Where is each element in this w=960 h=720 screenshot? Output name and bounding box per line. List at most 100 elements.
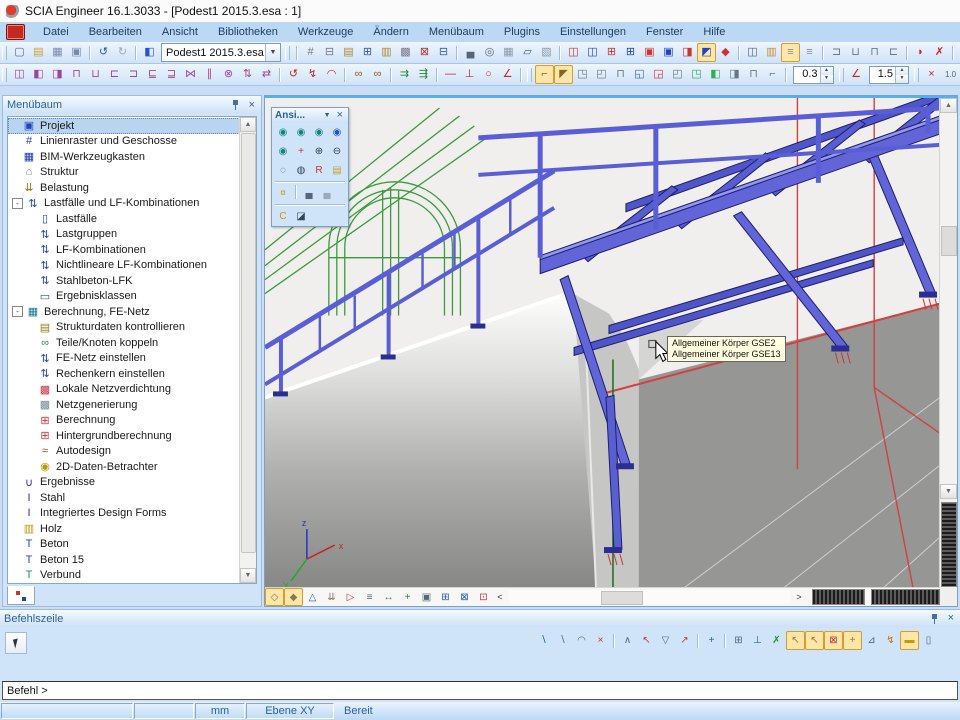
- local-axes-icon[interactable]: +: [398, 588, 417, 606]
- draw-polyline-icon[interactable]: ⊥: [460, 65, 479, 84]
- tree-item[interactable]: ∪Ergebnisse: [8, 475, 240, 491]
- tree-item[interactable]: -⇅Lastfälle und LF-Kombinationen: [8, 196, 240, 212]
- snap-endpoint-icon[interactable]: ↖: [786, 631, 805, 650]
- scrollbar-thumb[interactable]: [601, 591, 643, 605]
- step-angle-icon[interactable]: ∠: [847, 65, 866, 84]
- scale-x-icon[interactable]: ×: [922, 65, 941, 84]
- draw-circle-icon[interactable]: ○: [479, 65, 498, 84]
- view-flag-icon-13[interactable]: ⌐: [763, 65, 782, 84]
- draw-line-icon[interactable]: —: [441, 65, 460, 84]
- close-icon[interactable]: ×: [247, 100, 257, 111]
- view-flag-icon-1[interactable]: ⌐: [535, 65, 554, 84]
- model-data-icon[interactable]: ▣: [417, 588, 436, 606]
- view-flag-icon-3[interactable]: ◳: [573, 65, 592, 84]
- member-op-icon-10[interactable]: ⋈: [181, 65, 200, 84]
- snap-cursor-icon[interactable]: ↖: [637, 631, 656, 650]
- scroll-left-icon[interactable]: <: [493, 592, 507, 602]
- tree-item[interactable]: IStahl: [8, 490, 240, 506]
- member-check-icon-4[interactable]: ▣: [659, 43, 678, 62]
- member-op-icon-3[interactable]: ◨: [48, 65, 67, 84]
- member-check-icon-2[interactable]: ⊞: [621, 43, 640, 62]
- grid-icon[interactable]: ⊞: [436, 588, 455, 606]
- spinner-down-icon[interactable]: ▼: [821, 75, 833, 83]
- export-icon[interactable]: ▥: [762, 43, 781, 62]
- member-check-icon-1[interactable]: ⊞: [602, 43, 621, 62]
- view-flag-icon-5[interactable]: ⊓: [611, 65, 630, 84]
- mesh-display-icon[interactable]: ⊡: [474, 588, 493, 606]
- connect-members-icon[interactable]: ◫: [583, 43, 602, 62]
- menu-item[interactable]: Bearbeiten: [79, 24, 152, 40]
- member-op-icon-2[interactable]: ◧: [29, 65, 48, 84]
- snap-perp-icon[interactable]: ↯: [881, 631, 900, 650]
- render-mode-icon[interactable]: ◆: [284, 588, 303, 606]
- tree-item[interactable]: ▥Holz: [8, 521, 240, 537]
- snap-tangent-icon[interactable]: ⊿: [862, 631, 881, 650]
- curve-edit-icon-2[interactable]: ↯: [303, 65, 322, 84]
- tree-item[interactable]: ▯Lastfälle: [8, 211, 240, 227]
- step-spinner[interactable]: 0.3 ▲▼: [793, 66, 834, 84]
- menu-item[interactable]: Ändern: [363, 24, 418, 40]
- view-flag-icon-11[interactable]: ◨: [725, 65, 744, 84]
- member-op-icon-12[interactable]: ⊗: [219, 65, 238, 84]
- calculator-icon[interactable]: ▦: [499, 43, 518, 62]
- open-project-icon[interactable]: ▤: [29, 43, 48, 62]
- copy-icon-3[interactable]: ⊓: [865, 43, 884, 62]
- names-icon[interactable]: ≡: [360, 588, 379, 606]
- clipboard-icon[interactable]: ▥: [377, 43, 396, 62]
- snap-delete-icon[interactable]: ×: [591, 631, 610, 650]
- member-op-icon-7[interactable]: ⊐: [124, 65, 143, 84]
- curve-edit-icon-1[interactable]: ↺: [284, 65, 303, 84]
- copy-icon-4[interactable]: ⊏: [884, 43, 903, 62]
- tree-item[interactable]: ⇅Rechenkern einstellen: [8, 366, 240, 382]
- picture-icon[interactable]: ▧: [537, 43, 556, 62]
- zoom-window-icon[interactable]: ◌: [274, 162, 292, 179]
- status-unit[interactable]: mm: [195, 703, 245, 719]
- tree-item[interactable]: ≈Autodesign: [8, 444, 240, 460]
- menu-item[interactable]: Einstellungen: [550, 24, 636, 40]
- scia-menu-icon[interactable]: [6, 24, 25, 40]
- view-flag-icon-8[interactable]: ◰: [668, 65, 687, 84]
- menu-item[interactable]: Datei: [33, 24, 79, 40]
- menu-item[interactable]: Hilfe: [693, 24, 735, 40]
- dimensions-icon[interactable]: ↔: [379, 588, 398, 606]
- snap-toolbar-icon[interactable]: ▬: [900, 631, 919, 650]
- scrollbar-thumb[interactable]: [941, 226, 957, 256]
- print-view-icon[interactable]: ▄: [300, 185, 318, 202]
- tree-item[interactable]: IIntegriertes Design Forms: [8, 506, 240, 522]
- view-flag-icon-7[interactable]: ◲: [649, 65, 668, 84]
- tree-item[interactable]: ⌂Struktur: [8, 165, 240, 181]
- project-combobox[interactable]: Podest1 2015.3.esa ▼: [161, 43, 281, 62]
- view-palette-header[interactable]: Ansi... ▼ ×: [272, 108, 348, 123]
- zoom-prev-icon[interactable]: R: [310, 162, 328, 179]
- tree-item[interactable]: ▤Strukturdaten kontrollieren: [8, 320, 240, 336]
- combobox-dropdown-icon[interactable]: ▼: [265, 44, 280, 61]
- tree-item[interactable]: ⇅Stahlbeton-LFK: [8, 273, 240, 289]
- member-op-icon-1[interactable]: ◫: [10, 65, 29, 84]
- tree-item[interactable]: ⊞Berechnung: [8, 413, 240, 429]
- check-structure-icon[interactable]: ◫: [564, 43, 583, 62]
- print-view-2-icon[interactable]: ▄: [318, 185, 336, 202]
- menu-item[interactable]: Bibliotheken: [208, 24, 288, 40]
- tree-item[interactable]: ▦BIM-Werkzeugkasten: [8, 149, 240, 165]
- mesh-icon[interactable]: ▩: [396, 43, 415, 62]
- tree-item[interactable]: #Linienraster und Geschosse: [8, 134, 240, 150]
- view-manager-icon[interactable]: ▤: [328, 162, 346, 179]
- storeys-icon[interactable]: ⊟: [320, 43, 339, 62]
- render-settings-icon[interactable]: ◪: [292, 208, 310, 225]
- undo-icon[interactable]: ↺: [94, 43, 113, 62]
- tree-item[interactable]: ◉2D-Daten-Betrachter: [8, 459, 240, 475]
- scroll-right-icon[interactable]: >: [792, 592, 806, 602]
- member-check-icon-5[interactable]: ◨: [678, 43, 697, 62]
- view-flag-icon-12[interactable]: ⊓: [744, 65, 763, 84]
- view-y-icon[interactable]: ◉: [292, 124, 310, 141]
- view-flag-icon-6[interactable]: ◱: [630, 65, 649, 84]
- zoom-in-icon[interactable]: ⊕: [310, 143, 328, 160]
- tree-item[interactable]: ∞Teile/Knoten koppeln: [8, 335, 240, 351]
- snap-ortho-icon[interactable]: ⊥: [748, 631, 767, 650]
- join-icon-2[interactable]: ∞: [368, 65, 387, 84]
- tree-item[interactable]: ⇅FE-Netz einstellen: [8, 351, 240, 367]
- tree-item[interactable]: ⇅Nichtlineare LF-Kombinationen: [8, 258, 240, 274]
- document-icon[interactable]: ▱: [518, 43, 537, 62]
- spinner-up-icon[interactable]: ▲: [896, 67, 908, 75]
- move-icon-2[interactable]: ⇶: [414, 65, 433, 84]
